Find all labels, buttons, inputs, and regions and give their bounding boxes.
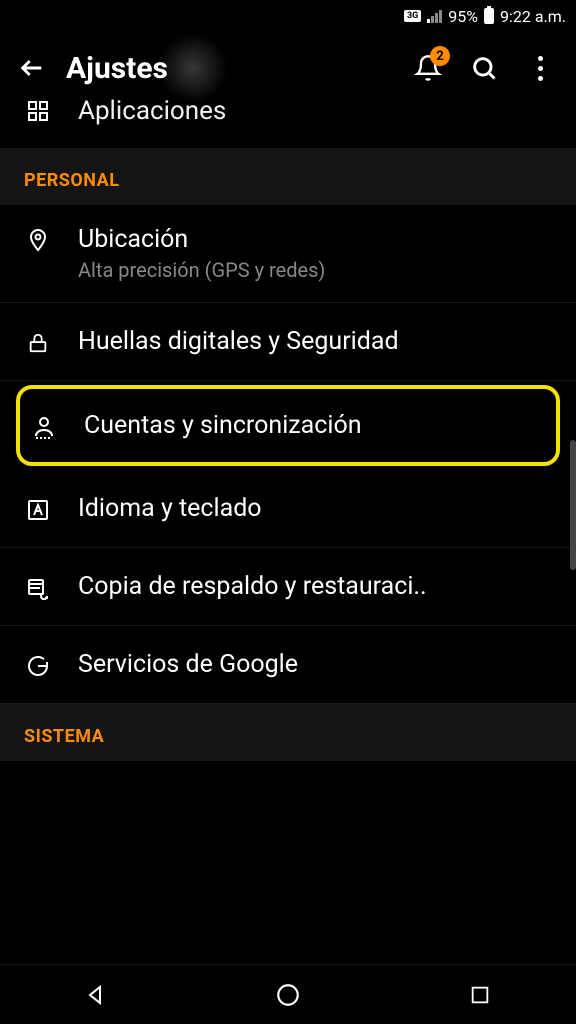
settings-item-apps[interactable]: Aplicaciones (0, 96, 576, 148)
notification-badge: 2 (430, 46, 450, 66)
scrollbar[interactable] (570, 440, 576, 570)
nav-back-button[interactable] (76, 975, 116, 1015)
page-title-wrap: Ajustes (66, 51, 390, 86)
settings-item-label: Servicios de Google (78, 650, 552, 679)
search-button[interactable] (466, 50, 502, 86)
nav-recent-button[interactable] (460, 975, 500, 1015)
settings-item-language[interactable]: Idioma y teclado (0, 470, 576, 548)
location-icon (24, 227, 52, 253)
touch-indicator (158, 33, 228, 103)
settings-item-label: Copia de respaldo y restauraci.. (78, 572, 552, 601)
accounts-icon (30, 414, 58, 440)
app-bar: Ajustes 2 (0, 32, 576, 104)
settings-item-backup[interactable]: Copia de respaldo y restauraci.. (0, 548, 576, 626)
notifications-button[interactable]: 2 (410, 50, 446, 86)
settings-item-google[interactable]: Servicios de Google (0, 626, 576, 704)
nav-home-button[interactable] (268, 975, 308, 1015)
settings-item-label: Cuentas y sincronización (84, 411, 546, 440)
section-header-sistema: SISTEMA (0, 704, 576, 761)
battery-percent: 95% (448, 7, 478, 26)
more-icon (538, 56, 543, 81)
settings-item-label: Idioma y teclado (78, 494, 552, 523)
settings-item-label: Ubicación (78, 225, 552, 254)
settings-item-sublabel: Alta precisión (GPS y redes) (78, 258, 552, 282)
settings-item-accounts[interactable]: Cuentas y sincronización (16, 385, 560, 466)
backup-icon (24, 576, 52, 600)
settings-item-location[interactable]: Ubicación Alta precisión (GPS y redes) (0, 205, 576, 303)
back-button[interactable] (18, 54, 46, 82)
lock-icon (24, 331, 52, 355)
settings-item-label: Aplicaciones (78, 96, 226, 126)
apps-icon (24, 99, 52, 123)
settings-item-label: Huellas digitales y Seguridad (78, 327, 552, 356)
network-badge: 3G (404, 10, 421, 22)
language-icon (24, 498, 52, 522)
google-icon (24, 654, 52, 678)
overflow-menu-button[interactable] (522, 50, 558, 86)
section-header-personal: PERSONAL (0, 148, 576, 205)
navigation-bar (0, 964, 576, 1024)
page-title: Ajustes (66, 51, 168, 86)
clock: 9:22 a.m. (500, 7, 566, 26)
signal-icon (427, 9, 442, 23)
settings-item-security[interactable]: Huellas digitales y Seguridad (0, 303, 576, 381)
status-bar: 3G 95% 9:22 a.m. (0, 0, 576, 32)
battery-icon (484, 8, 494, 24)
